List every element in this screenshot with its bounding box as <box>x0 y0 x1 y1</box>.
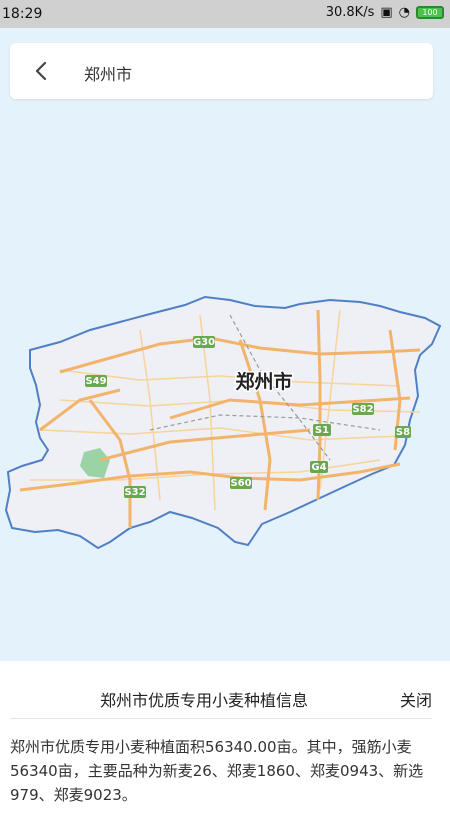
map-view[interactable]: G30 S49 S82 S1 G4 S60 S32 S8 郑州市 <box>0 100 450 660</box>
status-indicators: 30.8K/s ▣ ◔ 100 <box>326 5 444 20</box>
road-label: S60 <box>230 478 251 489</box>
status-time: 18:29 <box>2 6 43 22</box>
search-bar[interactable]: 郑州市 <box>10 43 433 99</box>
road-sign-s49: S49 <box>85 375 107 387</box>
road-sign-s32: S32 <box>124 486 146 498</box>
road-label: S49 <box>85 376 106 387</box>
close-button[interactable]: 关闭 <box>400 687 432 711</box>
road-label: S82 <box>352 404 373 415</box>
status-bar: 18:29 30.8K/s ▣ ◔ 100 <box>0 0 450 28</box>
road-label: G30 <box>193 337 215 348</box>
road-sign-g4: G4 <box>310 461 328 473</box>
road-label: S8 <box>396 427 410 438</box>
city-label: 郑州市 <box>235 370 292 393</box>
road-sign-s60: S60 <box>230 477 252 489</box>
search-input[interactable]: 郑州市 <box>84 61 132 85</box>
net-speed: 30.8K/s <box>325 5 375 20</box>
wifi-icon: ◔ <box>398 5 410 20</box>
road-sign-s8: S8 <box>395 426 411 438</box>
city-boundary <box>4 295 442 550</box>
road-label: S1 <box>315 425 329 436</box>
chevron-left-icon[interactable] <box>28 57 56 85</box>
road-sign-s1: S1 <box>313 424 331 436</box>
road-label: S32 <box>124 487 145 498</box>
road-sign-s82: S82 <box>352 403 374 415</box>
sim-icon: ▣ <box>380 5 393 20</box>
info-panel: 郑州市优质专用小麦种植信息 关闭 郑州市优质专用小麦种植面积56340.00亩。… <box>0 661 450 815</box>
panel-description: 郑州市优质专用小麦种植面积56340.00亩。其中，强筋小麦56340亩，主要品… <box>10 738 424 804</box>
panel-divider <box>10 718 432 719</box>
battery-icon: 100 <box>416 6 444 19</box>
panel-title: 郑州市优质专用小麦种植信息 <box>100 691 309 710</box>
road-label: G4 <box>311 462 326 473</box>
road-sign-g30: G30 <box>193 336 215 348</box>
